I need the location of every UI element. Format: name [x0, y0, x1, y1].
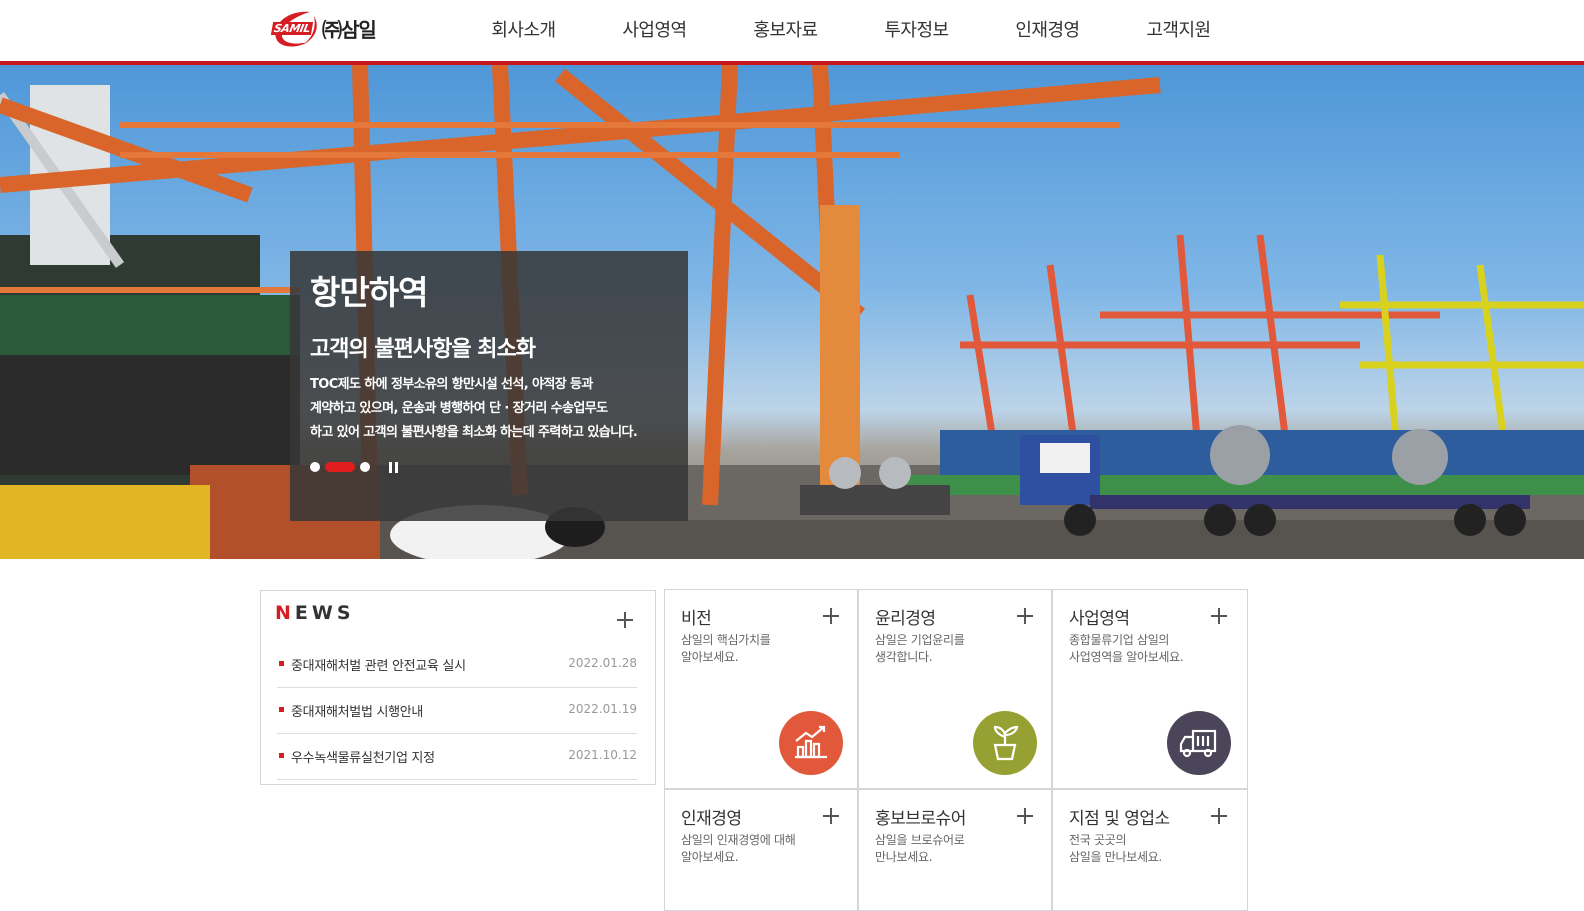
- card-description-line: 생각합니다.: [875, 650, 933, 664]
- card-description: 전국 곳곳의 삼일을 만나보세요.: [1069, 832, 1219, 866]
- card-description: 삼일을 브로슈어로 만나보세요.: [875, 832, 1025, 866]
- growth-chart-icon: [779, 711, 843, 775]
- card-description-line: 종합물류기업 삼일의: [1069, 633, 1170, 647]
- logo-text: ㈜삼일: [322, 18, 377, 42]
- nav-item-support[interactable]: 고객지원: [1113, 0, 1244, 61]
- card-plus-icon[interactable]: [1211, 608, 1227, 624]
- truck-icon: [1167, 711, 1231, 775]
- news-heading: NEWS: [275, 602, 355, 624]
- card-description-line: 삼일을 브로슈어로: [875, 833, 965, 847]
- card-description: 삼일의 인재경영에 대해 알아보세요.: [681, 832, 831, 866]
- card-ethics[interactable]: 윤리경영 삼일은 기업윤리를 생각합니다.: [858, 589, 1052, 789]
- card-brochure[interactable]: 홍보브로슈어 삼일을 브로슈어로 만나보세요.: [858, 789, 1052, 911]
- news-list: 중대재해처벌 관련 안전교육 실시 2022.01.28 중대재해처벌법 시행안…: [277, 642, 637, 780]
- quick-menu-grid: 비전 삼일의 핵심가치를 알아보세요. 윤리경영 삼일은 기업윤리를 생각합니다…: [664, 589, 1248, 911]
- card-description-line: 삼일의 인재경영에 대해: [681, 833, 796, 847]
- company-logo[interactable]: SAMIL ㈜삼일: [270, 8, 390, 50]
- hero-banner: 항만하역 고객의 불편사항을 최소화 TOC제도 하에 정부소유의 항만시설 선…: [0, 65, 1584, 559]
- nav-item-recruit[interactable]: 인재경영: [982, 0, 1113, 61]
- card-title: 인재경영: [681, 809, 742, 829]
- pause-icon[interactable]: [389, 461, 398, 473]
- news-item-title: 우수녹색물류실천기업 지정: [291, 751, 435, 766]
- news-item-date: 2022.01.19: [568, 702, 637, 716]
- news-item[interactable]: 중대재해처벌 관련 안전교육 실시 2022.01.28: [277, 642, 637, 688]
- card-plus-icon[interactable]: [1211, 808, 1227, 824]
- card-description-line: 알아보세요.: [681, 650, 739, 664]
- card-business[interactable]: 사업영역 종합물류기업 삼일의 사업영역을 알아보세요.: [1052, 589, 1248, 789]
- news-heading-first-letter: N: [275, 602, 295, 624]
- bullet-icon: [279, 753, 284, 758]
- bullet-icon: [279, 661, 284, 666]
- card-title: 윤리경영: [875, 609, 936, 629]
- news-item-title: 중대재해처벌법 시행안내: [291, 705, 424, 720]
- news-item[interactable]: 우수녹색물류실천기업 지정 2021.10.12: [277, 734, 637, 780]
- news-item-title: 중대재해처벌 관련 안전교육 실시: [291, 659, 466, 674]
- site-header: SAMIL ㈜삼일 회사소개 사업영역 홍보자료 투자정보 인재경영 고객지원: [0, 0, 1584, 61]
- bullet-icon: [279, 707, 284, 712]
- card-plus-icon[interactable]: [823, 608, 839, 624]
- card-description: 삼일의 핵심가치를 알아보세요.: [681, 632, 831, 666]
- card-title: 비전: [681, 609, 712, 629]
- card-description-line: 사업영역을 알아보세요.: [1069, 650, 1184, 664]
- card-branches[interactable]: 지점 및 영업소 전국 곳곳의 삼일을 만나보세요.: [1052, 789, 1248, 911]
- nav-item-pr[interactable]: 홍보자료: [720, 0, 851, 61]
- hero-description-line: TOC제도 하에 정부소유의 항만시설 선석, 야적장 등과: [310, 377, 593, 392]
- news-item-date: 2022.01.28: [568, 656, 637, 670]
- card-vision[interactable]: 비전 삼일의 핵심가치를 알아보세요.: [664, 589, 858, 789]
- card-description-line: 전국 곳곳의: [1069, 833, 1127, 847]
- slide-dot-3[interactable]: [360, 462, 370, 472]
- card-description-line: 삼일을 만나보세요.: [1069, 850, 1162, 864]
- slide-dot-1[interactable]: [310, 462, 320, 472]
- card-description-line: 삼일의 핵심가치를: [681, 633, 771, 647]
- hero-caption: 항만하역 고객의 불편사항을 최소화 TOC제도 하에 정부소유의 항만시설 선…: [290, 251, 688, 521]
- card-description-line: 알아보세요.: [681, 850, 739, 864]
- hero-description-line: 하고 있어 고객의 불편사항을 최소화 하는데 주력하고 있습니다.: [310, 425, 638, 440]
- card-title: 사업영역: [1069, 609, 1130, 629]
- news-item[interactable]: 중대재해처벌법 시행안내 2022.01.19: [277, 688, 637, 734]
- nav-item-company[interactable]: 회사소개: [458, 0, 589, 61]
- slide-dot-2[interactable]: [325, 462, 355, 472]
- hero-subtitle: 고객의 불편사항을 최소화: [310, 337, 536, 362]
- card-description-line: 만나보세요.: [875, 850, 933, 864]
- nav-item-business[interactable]: 사업영역: [589, 0, 720, 61]
- card-title: 홍보브로슈어: [875, 809, 966, 829]
- card-description: 삼일은 기업윤리를 생각합니다.: [875, 632, 1025, 666]
- card-hr[interactable]: 인재경영 삼일의 인재경영에 대해 알아보세요.: [664, 789, 858, 911]
- news-panel: NEWS 중대재해처벌 관련 안전교육 실시 2022.01.28 중대재해처벌…: [260, 590, 656, 785]
- port-scene-image: [0, 65, 1584, 559]
- hero-description: TOC제도 하에 정부소유의 항만시설 선석, 야적장 등과 계약하고 있으며,…: [310, 373, 680, 445]
- card-plus-icon[interactable]: [1017, 608, 1033, 624]
- hero-description-line: 계약하고 있으며, 운송과 병행하여 단 · 장거리 수송업무도: [310, 401, 608, 416]
- news-heading-rest: EWS: [294, 602, 355, 624]
- plant-pot-icon: [973, 711, 1037, 775]
- news-more-plus-icon[interactable]: [617, 612, 633, 628]
- logo-mark: SAMIL: [270, 22, 314, 35]
- card-description-line: 삼일은 기업윤리를: [875, 633, 965, 647]
- card-plus-icon[interactable]: [1017, 808, 1033, 824]
- slide-pager: [310, 460, 398, 474]
- card-plus-icon[interactable]: [823, 808, 839, 824]
- hero-title: 항만하역: [310, 273, 428, 312]
- card-title: 지점 및 영업소: [1069, 809, 1170, 829]
- news-item-date: 2021.10.12: [568, 748, 637, 762]
- nav-item-investment[interactable]: 투자정보: [851, 0, 982, 61]
- main-nav: 회사소개 사업영역 홍보자료 투자정보 인재경영 고객지원: [458, 0, 1244, 61]
- card-description: 종합물류기업 삼일의 사업영역을 알아보세요.: [1069, 632, 1219, 666]
